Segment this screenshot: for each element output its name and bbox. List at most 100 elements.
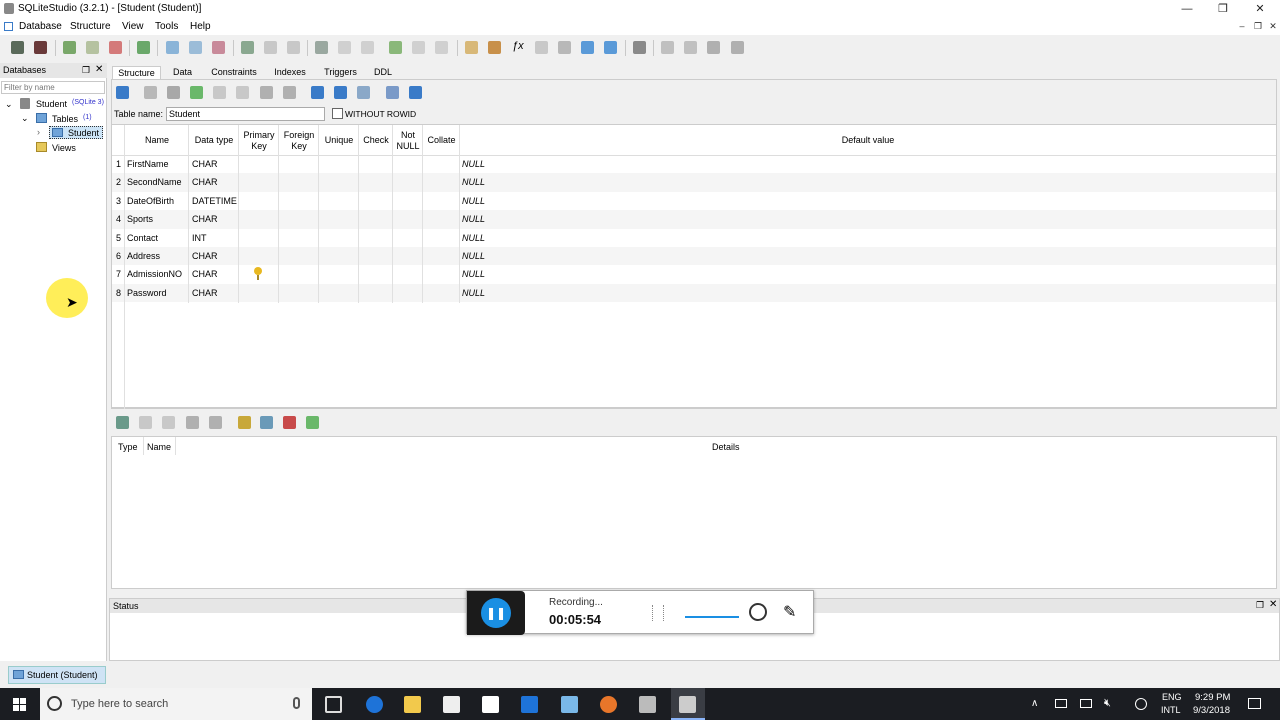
chevron-right-icon[interactable]: ›	[37, 127, 40, 137]
lang-eng[interactable]: ENG	[1162, 692, 1182, 702]
collations-icon[interactable]	[535, 41, 548, 54]
battery-icon[interactable]	[1080, 699, 1092, 708]
col-header-check[interactable]: Check	[359, 125, 393, 156]
tree-db-student[interactable]: Student	[36, 99, 67, 109]
defender-icon[interactable]	[521, 696, 538, 713]
move-down-icon[interactable]	[283, 86, 296, 99]
task-view-icon[interactable]	[325, 696, 342, 713]
taskbar-search-box[interactable]: Type here to search	[40, 688, 312, 720]
edit-index-icon[interactable]	[264, 41, 277, 54]
refresh-db-icon[interactable]	[137, 41, 150, 54]
col-header-datatype[interactable]: Data type	[189, 125, 239, 156]
delete-constraint-icon[interactable]	[162, 416, 175, 429]
constraint-down-icon[interactable]	[209, 416, 222, 429]
panel-close-icon[interactable]: ✕	[95, 64, 103, 75]
table-name-input[interactable]: Student	[166, 107, 325, 121]
menu-tools[interactable]: Tools	[155, 21, 178, 32]
lang-intl[interactable]: INTL	[1161, 705, 1181, 715]
notifications-icon[interactable]	[1248, 698, 1261, 709]
tile-windows-icon[interactable]	[661, 41, 674, 54]
edit-column-icon[interactable]	[213, 86, 226, 99]
add-fk-icon[interactable]	[334, 86, 347, 99]
clock-date[interactable]: 9/3/2018	[1193, 705, 1230, 716]
import-icon[interactable]	[581, 41, 594, 54]
delete-trigger-icon[interactable]	[361, 41, 374, 54]
constraints-col-details[interactable]: Details	[712, 442, 740, 452]
menu-structure[interactable]: Structure	[70, 21, 111, 32]
tab-indexes[interactable]: Indexes	[269, 66, 311, 79]
tree-views[interactable]: Views	[52, 143, 76, 153]
table-row[interactable]: 3 DateOfBirth DATETIME NULL	[112, 192, 1276, 210]
menu-database[interactable]: Database	[19, 21, 62, 32]
chevron-down-icon[interactable]: ⌄	[21, 113, 29, 124]
filter-input[interactable]: Filter by name	[1, 81, 105, 94]
table-row[interactable]: 2 SecondName CHAR NULL	[112, 173, 1276, 192]
add-pk-constraint-icon[interactable]	[238, 416, 251, 429]
table-row[interactable]: 1 FirstName CHAR NULL	[112, 155, 1276, 173]
mail-icon[interactable]	[482, 696, 499, 713]
tab-structure[interactable]: Structure	[112, 66, 161, 79]
constraint-up-icon[interactable]	[186, 416, 199, 429]
col-header-name[interactable]: Name	[125, 125, 189, 156]
tile-vertical-icon[interactable]	[707, 41, 720, 54]
delete-column-icon[interactable]	[236, 86, 249, 99]
create-index-icon[interactable]	[241, 41, 254, 54]
move-up-icon[interactable]	[260, 86, 273, 99]
tray-chevron-icon[interactable]: ∧	[1031, 698, 1038, 709]
remove-db-icon[interactable]	[109, 41, 122, 54]
microphone-icon[interactable]	[293, 697, 300, 709]
add-constraint-icon[interactable]	[116, 416, 129, 429]
table-row[interactable]: 8 Password CHAR NULL	[112, 283, 1276, 303]
sql-editor-icon[interactable]	[465, 41, 478, 54]
delete-view-icon[interactable]	[435, 41, 448, 54]
status-float-icon[interactable]: ❐	[1256, 600, 1264, 611]
language-icon[interactable]	[1135, 698, 1147, 710]
col-header-default-value[interactable]: Default value	[460, 125, 1276, 156]
close-button[interactable]: ✕	[1242, 0, 1278, 18]
extensions-icon[interactable]	[558, 41, 571, 54]
col-header-unique[interactable]: Unique	[319, 125, 359, 156]
ddl-history-icon[interactable]	[488, 41, 501, 54]
network-icon[interactable]	[1055, 699, 1067, 708]
maximize-button[interactable]: ❐	[1205, 0, 1241, 18]
tile-horizontal-icon[interactable]	[684, 41, 697, 54]
volume-slider[interactable]	[685, 616, 739, 618]
webcam-icon[interactable]	[749, 603, 767, 621]
create-similar-icon[interactable]	[386, 86, 399, 99]
sqlitestudio-taskbar-icon[interactable]	[639, 696, 656, 713]
col-header-primary-key[interactable]: Primary Key	[239, 125, 279, 156]
refresh-structure-icon[interactable]	[116, 86, 129, 99]
pause-icon[interactable]: ❚❚	[481, 598, 511, 628]
edit-table-icon[interactable]	[189, 41, 202, 54]
without-rowid-checkbox[interactable]	[332, 108, 343, 119]
reset-icon[interactable]	[409, 86, 422, 99]
store-icon[interactable]	[443, 696, 460, 713]
volume-muted-icon[interactable]: 🔇︎	[1104, 697, 1111, 710]
connect-db-icon[interactable]	[11, 41, 24, 54]
firefox-icon[interactable]	[600, 696, 617, 713]
mdi-restore-button[interactable]: ❐	[1251, 20, 1265, 33]
window-tab-student[interactable]: Student (Student)	[8, 666, 106, 684]
add-check-constraint-icon[interactable]	[306, 416, 319, 429]
commit-icon[interactable]	[144, 86, 157, 99]
mdi-close-button[interactable]: ✕	[1266, 20, 1280, 33]
add-unique-icon[interactable]	[357, 86, 370, 99]
delete-table-icon[interactable]	[212, 41, 225, 54]
active-app-highlight[interactable]	[671, 688, 705, 720]
disconnect-db-icon[interactable]	[34, 41, 47, 54]
delete-index-icon[interactable]	[287, 41, 300, 54]
chevron-down-icon[interactable]: ⌄	[5, 99, 13, 110]
cascade-icon[interactable]	[731, 41, 744, 54]
windows-start-icon[interactable]	[13, 698, 26, 711]
add-column-icon[interactable]	[190, 86, 203, 99]
tree-table-student[interactable]: Student	[68, 128, 99, 138]
edit-view-icon[interactable]	[412, 41, 425, 54]
panel-float-icon[interactable]: ❐	[82, 65, 90, 76]
tab-constraints[interactable]: Constraints	[204, 66, 264, 79]
col-header-foreign-key[interactable]: Foreign Key	[279, 125, 319, 156]
add-db-icon[interactable]	[63, 41, 76, 54]
table-row[interactable]: 5 Contact INT NULL	[112, 229, 1276, 247]
tree-tables[interactable]: Tables	[52, 114, 78, 124]
col-header-collate[interactable]: Collate	[423, 125, 460, 156]
create-view-icon[interactable]	[389, 41, 402, 54]
